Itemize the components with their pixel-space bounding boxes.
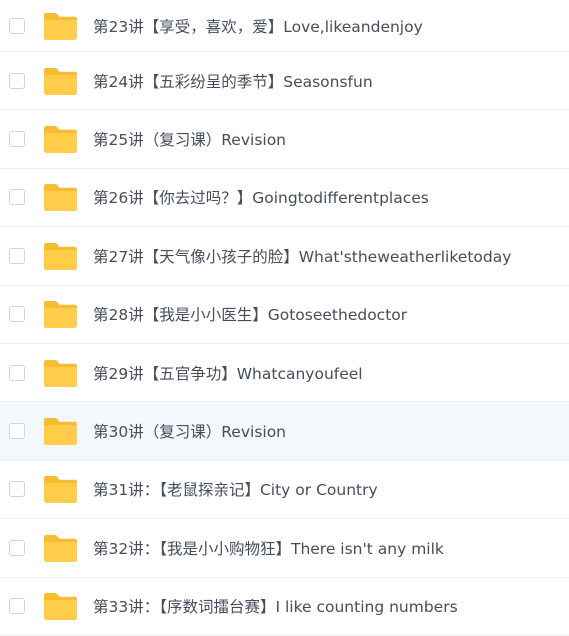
row-checkbox[interactable] <box>9 481 25 498</box>
folder-icon <box>44 242 77 270</box>
file-row-27[interactable]: 第27讲【天气像小孩子的脸】What'stheweatherliketoday <box>0 227 569 286</box>
row-checkbox[interactable] <box>9 598 25 615</box>
file-row-30[interactable]: 第30讲（复习课）Revision <box>0 402 569 461</box>
file-name[interactable]: 第27讲【天气像小孩子的脸】What'stheweatherliketoday <box>93 245 511 267</box>
file-row-25[interactable]: 第25讲（复习课）Revision <box>0 110 569 169</box>
file-row-32[interactable]: 第32讲：【我是小小购物狂】There isn't any milk <box>0 519 569 578</box>
file-row-29[interactable]: 第29讲【五官争功】Whatcanyoufeel <box>0 343 569 403</box>
folder-icon <box>44 418 77 446</box>
file-name[interactable]: 第28讲【我是小小医生】Gotoseethedoctor <box>93 303 407 325</box>
file-row-23[interactable]: 第23讲【享受，喜欢，爱】Love,likeandenjoy <box>0 0 569 52</box>
row-checkbox[interactable] <box>9 423 25 440</box>
file-row-26[interactable]: 第26讲【你去过吗？】Goingtodifferentplaces <box>0 168 569 228</box>
file-row-31[interactable]: 第31讲：【老鼠探亲记】City or Country <box>0 460 569 520</box>
row-checkbox[interactable] <box>9 539 25 556</box>
file-name[interactable]: 第30讲（复习课）Revision <box>93 420 286 442</box>
file-name[interactable]: 第23讲【享受，喜欢，爱】Love,likeandenjoy <box>93 15 423 37</box>
file-name[interactable]: 第29讲【五官争功】Whatcanyoufeel <box>93 362 363 384</box>
file-name[interactable]: 第32讲：【我是小小购物狂】There isn't any milk <box>93 537 444 559</box>
row-checkbox[interactable] <box>9 306 25 323</box>
row-checkbox[interactable] <box>9 247 25 264</box>
row-checkbox[interactable] <box>9 364 25 381</box>
file-list: 第23讲【享受，喜欢，爱】Love,likeandenjoy 第24讲【五彩纷呈… <box>0 0 569 636</box>
file-name[interactable]: 第25讲（复习课）Revision <box>93 128 286 150</box>
file-row-24[interactable]: 第24讲【五彩纷呈的季节】Seasonsfun <box>0 52 569 111</box>
folder-icon <box>44 301 77 329</box>
file-name[interactable]: 第31讲：【老鼠探亲记】City or Country <box>93 478 378 500</box>
row-checkbox[interactable] <box>9 72 25 89</box>
file-name[interactable]: 第24讲【五彩纷呈的季节】Seasonsfun <box>93 70 373 92</box>
row-checkbox[interactable] <box>9 189 25 206</box>
file-name[interactable]: 第26讲【你去过吗？】Goingtodifferentplaces <box>93 186 429 208</box>
folder-icon <box>44 476 77 504</box>
file-name[interactable]: 第33讲：【序数词擂台赛】I like counting numbers <box>93 595 458 617</box>
row-checkbox[interactable] <box>9 17 25 34</box>
file-row-33[interactable]: 第33讲：【序数词擂台赛】I like counting numbers <box>0 577 569 636</box>
row-checkbox[interactable] <box>9 131 25 148</box>
folder-icon <box>44 12 77 40</box>
file-row-28[interactable]: 第28讲【我是小小医生】Gotoseethedoctor <box>0 285 569 344</box>
folder-icon <box>44 184 77 212</box>
folder-icon <box>44 534 77 562</box>
folder-icon <box>44 126 77 154</box>
folder-icon <box>44 593 77 621</box>
folder-icon <box>44 359 77 387</box>
folder-icon <box>44 67 77 95</box>
